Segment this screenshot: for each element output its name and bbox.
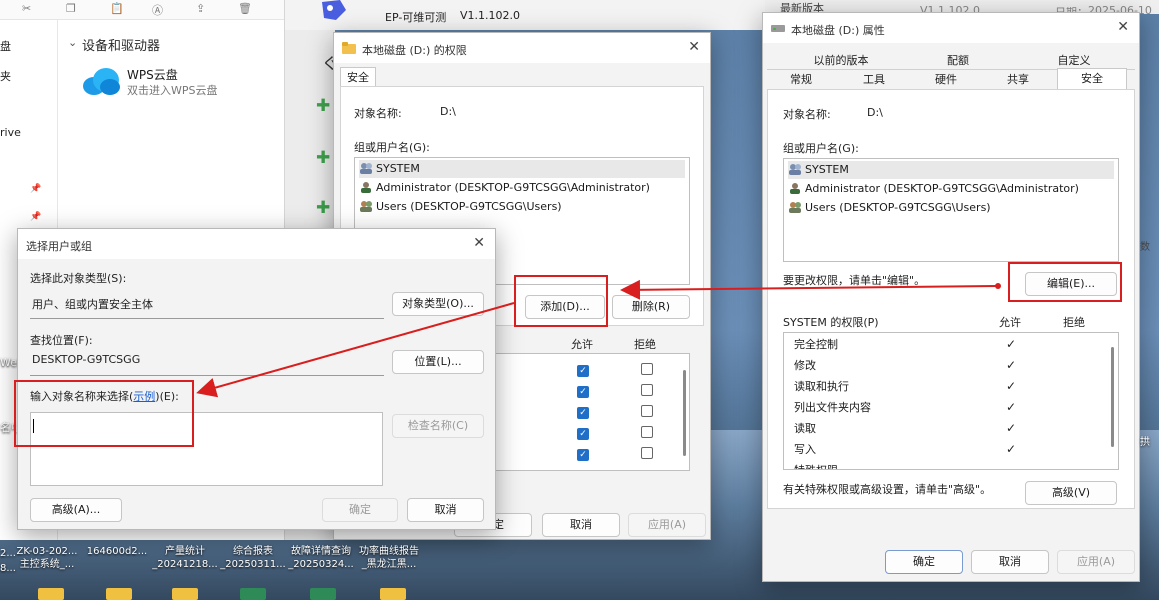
arrow-origin-dot <box>995 283 1001 289</box>
annotation-arrows <box>196 279 1001 398</box>
desktop-icon[interactable]: 综合报表 _20250311... <box>220 545 286 571</box>
desktop-icon[interactable]: 164600d2... <box>84 545 150 558</box>
desktop-icon-label: _20250311... <box>220 559 286 570</box>
desktop-icon-label: _20241218... <box>152 559 218 570</box>
folder-icon[interactable] <box>38 588 64 600</box>
desktop-icon-label: _黑龙江黑... <box>361 559 417 570</box>
spreadsheet-icon[interactable] <box>310 588 336 600</box>
desktop-icon[interactable]: ZK-03-202... 主控系统_... <box>14 545 80 571</box>
desktop-icon-label: ZK-03-202... <box>16 546 78 557</box>
desktop-icon[interactable]: 故障详情查询 _20250324... <box>288 545 354 571</box>
desktop-icon-label: 产量统计 <box>165 546 205 557</box>
desktop-icon-label: 综合报表 <box>233 546 273 557</box>
folder-icon[interactable] <box>106 588 132 600</box>
desktop-icon-label: 故障详情查询 <box>291 546 351 557</box>
desktop-icon[interactable]: 功率曲线报告 _黑龙江黑... <box>356 545 422 571</box>
desktop-icon-label: 功率曲线报告 <box>359 546 419 557</box>
arrow-edit-to-add <box>620 279 997 300</box>
arrow-add-to-input <box>196 302 515 398</box>
desktop-icon-label: _20250324... <box>288 559 354 570</box>
spreadsheet-icon[interactable] <box>240 588 266 600</box>
desktop-icon[interactable]: 产量统计 _20241218... <box>152 545 218 571</box>
desktop-icon-label: 主控系统_... <box>19 559 75 570</box>
folder-icon[interactable] <box>380 588 406 600</box>
folder-icon[interactable] <box>172 588 198 600</box>
desktop-icon-label: 164600d2... <box>86 546 148 557</box>
